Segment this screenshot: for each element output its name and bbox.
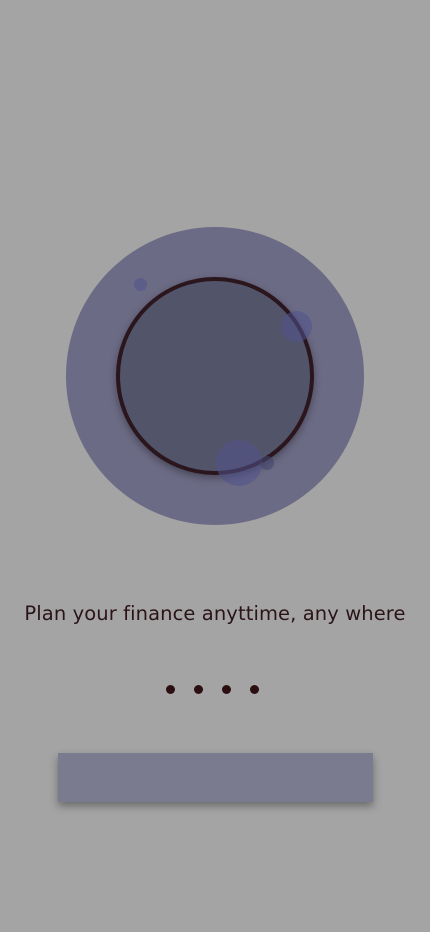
illustration-ring xyxy=(116,277,314,475)
finance-illustration xyxy=(66,227,364,525)
onboarding-tagline: Plan your finance anyttime, any where xyxy=(24,602,406,625)
decorative-bubble xyxy=(216,440,262,486)
page-dot[interactable] xyxy=(222,685,231,694)
decorative-bubble xyxy=(281,311,312,342)
page-dot[interactable] xyxy=(166,685,175,694)
get-started-button[interactable] xyxy=(58,753,373,802)
page-indicator xyxy=(166,685,259,694)
decorative-bubble xyxy=(260,456,274,470)
decorative-bubble xyxy=(134,278,147,291)
page-dot[interactable] xyxy=(194,685,203,694)
page-dot[interactable] xyxy=(250,685,259,694)
